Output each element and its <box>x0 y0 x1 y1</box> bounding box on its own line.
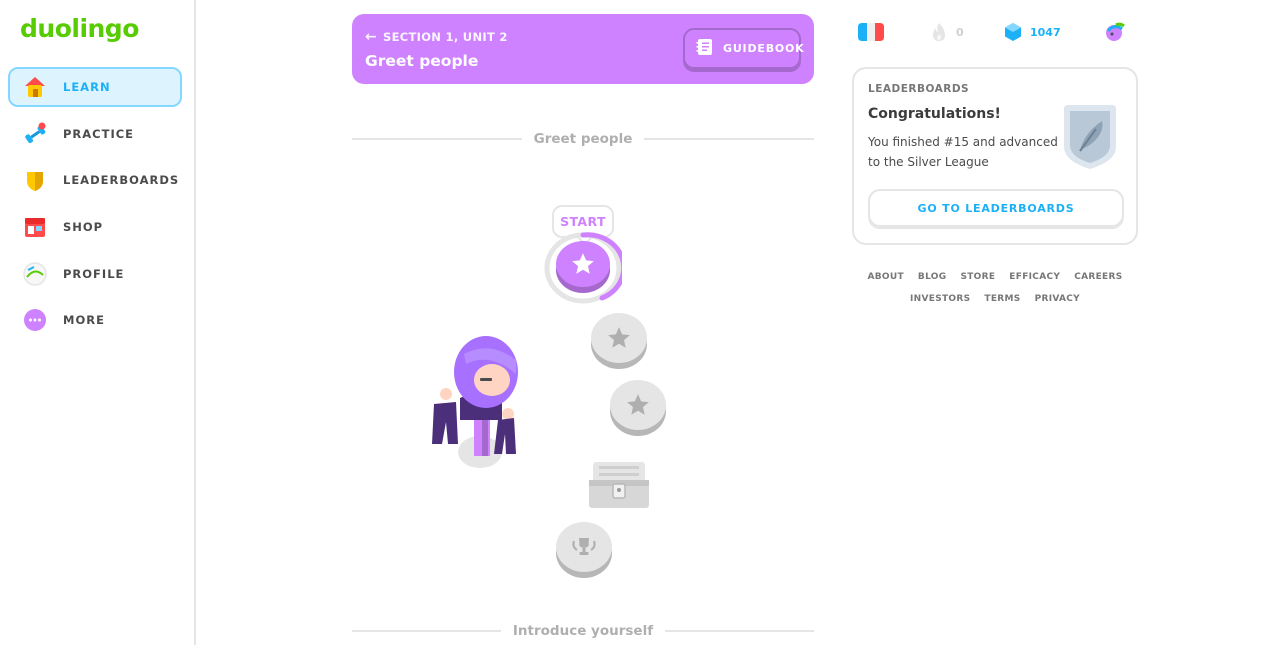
learn-path: ← SECTION 1, UNIT 2 Greet people GUIDEBO… <box>352 0 815 645</box>
gems-counter[interactable]: 1047 <box>1004 20 1061 44</box>
sidebar-nav: LEARN PRACTICE LEADERBOARDS SHOP PROFILE <box>8 67 182 347</box>
shop-icon <box>22 214 48 240</box>
leaderboard-card: LEADERBOARDS Congratulations! You finish… <box>852 67 1138 245</box>
divider-line <box>352 630 501 632</box>
sidebar-item-label: PROFILE <box>63 266 125 281</box>
guidebook-button[interactable]: GUIDEBOOK <box>683 28 804 69</box>
footer-link-careers[interactable]: CAREERS <box>1074 272 1122 282</box>
footer-link-blog[interactable]: BLOG <box>918 272 947 282</box>
section-heading: Greet people <box>533 131 633 147</box>
star-icon <box>608 327 630 348</box>
unit-title: Greet people <box>365 52 479 70</box>
home-icon <box>22 74 48 100</box>
star-icon <box>627 394 649 415</box>
more-icon <box>22 307 48 333</box>
notebook-icon <box>695 37 715 61</box>
duolingo-logo[interactable]: duolingo <box>20 14 139 43</box>
divider-line <box>665 630 815 632</box>
super-button[interactable] <box>1102 20 1126 44</box>
section-divider: Greet people <box>352 131 814 147</box>
footer-links: ABOUT BLOG STORE EFFICACY CAREERS INVEST… <box>852 272 1138 316</box>
footer-link-store[interactable]: STORE <box>960 272 995 282</box>
guidebook-label: GUIDEBOOK <box>723 42 805 55</box>
footer-link-efficacy[interactable]: EFFICACY <box>1009 272 1060 282</box>
sidebar-item-learn[interactable]: LEARN <box>8 67 182 107</box>
lesson-node-start[interactable] <box>556 241 610 287</box>
stats-bar: 0 1047 <box>858 20 1138 44</box>
lesson-node-locked[interactable] <box>610 380 666 430</box>
footer-link-privacy[interactable]: PRIVACY <box>1035 294 1080 304</box>
sidebar-item-label: MORE <box>63 313 105 328</box>
card-title: Congratulations! <box>868 106 1001 122</box>
next-section-heading: Introduce yourself <box>512 623 654 639</box>
footer-row: ABOUT BLOG STORE EFFICACY CAREERS <box>852 272 1138 282</box>
sidebar-item-label: PRACTICE <box>63 126 135 141</box>
card-body: You finished #15 and advanced to the Sil… <box>868 135 1058 169</box>
footer-link-about[interactable]: ABOUT <box>867 272 903 282</box>
lesson-node-locked[interactable] <box>591 313 647 363</box>
streak-counter[interactable]: 0 <box>930 20 964 44</box>
divider-line <box>644 138 814 140</box>
trophy-icon <box>572 538 596 555</box>
silver-league-badge-icon <box>1064 105 1116 169</box>
unit-banner: ← SECTION 1, UNIT 2 Greet people GUIDEBO… <box>352 14 814 84</box>
super-duo-icon <box>1106 22 1125 41</box>
section-divider: Introduce yourself <box>352 623 815 639</box>
sidebar-item-label: LEADERBOARDS <box>63 173 180 188</box>
unit-section-link[interactable]: ← SECTION 1, UNIT 2 <box>365 29 508 45</box>
chest-icon <box>589 462 649 508</box>
french-flag-icon <box>858 23 884 41</box>
gem-icon <box>1005 23 1021 41</box>
card-heading: LEADERBOARDS <box>868 83 970 95</box>
sidebar-item-label: SHOP <box>63 220 104 235</box>
footer-link-investors[interactable]: INVESTORS <box>910 294 970 304</box>
footer-link-terms[interactable]: TERMS <box>984 294 1020 304</box>
sidebar-item-shop[interactable]: SHOP <box>8 207 182 247</box>
character-icon <box>432 336 518 468</box>
sidebar-item-practice[interactable]: PRACTICE <box>8 114 182 154</box>
language-selector[interactable] <box>858 20 884 44</box>
go-to-leaderboards-button[interactable]: GO TO LEADERBOARDS <box>868 189 1124 227</box>
shield-icon <box>22 167 48 193</box>
flame-icon <box>933 23 945 41</box>
sidebar-item-label: LEARN <box>63 80 111 94</box>
avatar-icon <box>22 261 48 287</box>
footer-row: INVESTORS TERMS PRIVACY <box>852 294 1138 304</box>
sidebar-item-leaderboards[interactable]: LEADERBOARDS <box>8 160 182 200</box>
unit-trophy-node[interactable] <box>556 522 612 572</box>
star-icon <box>572 253 594 274</box>
treasure-chest[interactable] <box>587 458 651 512</box>
sidebar-item-profile[interactable]: PROFILE <box>8 254 182 294</box>
dumbbell-icon <box>22 121 48 147</box>
sidebar: duolingo LEARN PRACTICE LEADERBOARDS SHO… <box>0 0 196 645</box>
gems-count: 1047 <box>1030 25 1061 39</box>
arrow-left-icon: ← <box>365 29 378 45</box>
sidebar-item-more[interactable]: MORE <box>8 300 182 340</box>
divider-line <box>352 138 522 140</box>
streak-count: 0 <box>956 25 964 39</box>
character-illustration <box>430 334 526 470</box>
unit-section-label: SECTION 1, UNIT 2 <box>383 30 508 44</box>
